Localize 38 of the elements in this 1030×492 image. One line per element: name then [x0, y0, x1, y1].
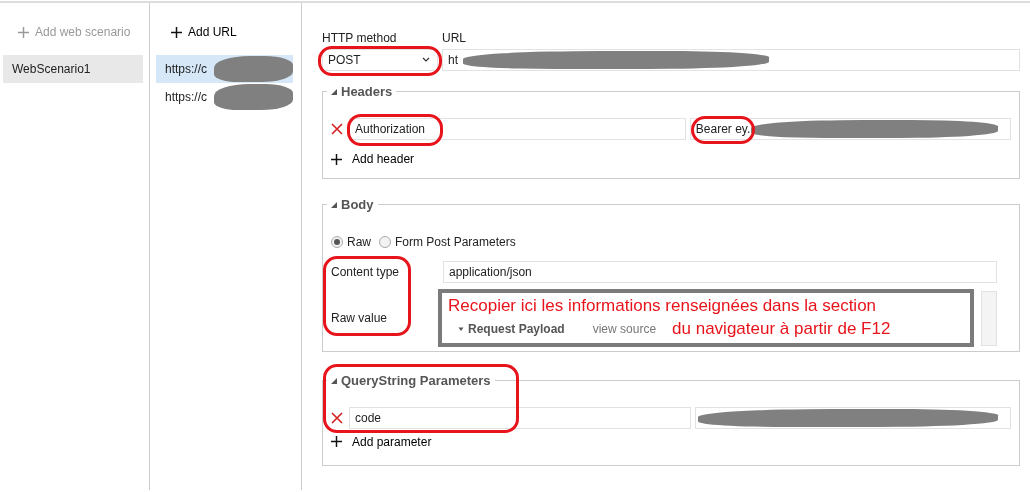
body-heading[interactable]: Body	[341, 195, 374, 215]
plus-icon	[331, 153, 342, 165]
delete-icon	[331, 411, 343, 424]
view-source-link[interactable]: view source	[592, 320, 657, 339]
radio-option[interactable]: Raw	[331, 233, 371, 251]
collapse-icon	[331, 201, 337, 208]
content-type-label: Content type	[331, 264, 400, 281]
plus-icon	[331, 436, 342, 448]
collapse-icon	[331, 88, 337, 95]
url-item[interactable]: https://c	[156, 55, 293, 83]
annotation-text: Recopier ici les informations renseignées dans la section	[448, 295, 878, 317]
method-select[interactable]: POST	[322, 49, 438, 71]
raw-value-label: Raw value	[331, 309, 388, 327]
add-parameter-button[interactable]: Add parameter	[331, 430, 438, 453]
header-name-field[interactable]: Authorization	[349, 118, 686, 140]
query-heading[interactable]: QueryString Parameters	[341, 370, 491, 391]
delete-icon	[331, 123, 343, 135]
url-field[interactable]: ht	[442, 49, 1020, 71]
collapse-icon	[331, 377, 337, 384]
add-header-button[interactable]: Add header	[331, 148, 421, 170]
scenario-item[interactable]: WebScenario1	[3, 55, 143, 83]
plus-icon	[18, 26, 29, 38]
expand-icon	[458, 326, 464, 333]
method-label: HTTP method	[322, 30, 398, 47]
param-name-field[interactable]: code	[349, 406, 691, 429]
add-url-button[interactable]: Add URL	[156, 21, 243, 43]
url-item[interactable]: https://c	[156, 83, 293, 111]
content-type-field[interactable]: application/json	[443, 261, 997, 283]
header-value-field[interactable]: Bearer ey.	[689, 118, 1011, 140]
param-value-field[interactable]	[695, 406, 1011, 429]
url-label: URL	[442, 30, 467, 47]
highlight-outline	[690, 116, 756, 144]
headers-heading[interactable]: Headers	[341, 82, 393, 102]
payload-heading: Request Payload	[458, 320, 565, 339]
plus-icon	[171, 26, 182, 38]
raw-value-field[interactable]	[981, 291, 997, 346]
annotation-text: du navigateur à partir de F12	[672, 317, 891, 340]
radio-option[interactable]: Form Post Parameters	[379, 233, 516, 251]
